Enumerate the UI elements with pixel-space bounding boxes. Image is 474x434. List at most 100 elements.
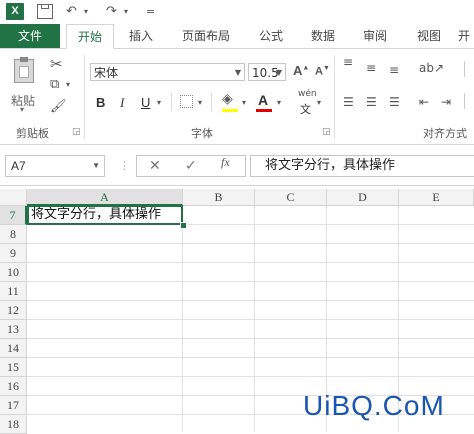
customize-toolbar-icon[interactable]: = xyxy=(146,3,155,21)
phonetic-guide-top[interactable]: wén xyxy=(298,89,317,99)
title-bar: X ↶ ▾ ↷ ▾ = xyxy=(0,0,474,24)
format-painter-icon[interactable]: 🖌 xyxy=(50,99,67,114)
tab-view[interactable]: 视图 xyxy=(408,24,450,48)
column-header-a[interactable]: A xyxy=(27,189,183,206)
font-size-combobox[interactable]: 10.5 ▼ xyxy=(248,63,286,81)
borders-dropdown-icon[interactable]: ▾ xyxy=(198,98,202,107)
align-top-icon[interactable]: ≡ xyxy=(343,56,353,68)
redo-icon[interactable]: ↷ xyxy=(106,3,117,21)
grow-font-button[interactable]: A▲ xyxy=(293,63,309,78)
alignment-group-label: 对齐方式 xyxy=(423,127,467,140)
row-header-13[interactable]: 13 xyxy=(0,320,27,339)
align-bottom-icon[interactable]: ≡ xyxy=(389,63,399,77)
align-right-icon[interactable]: ☰ xyxy=(389,95,400,109)
save-icon[interactable] xyxy=(37,4,53,19)
name-box[interactable]: A7 ▼ xyxy=(5,155,105,177)
row-header-12[interactable]: 12 xyxy=(0,301,27,320)
select-all-corner[interactable] xyxy=(0,189,27,206)
row-header-10[interactable]: 10 xyxy=(0,263,27,282)
fill-color-swatch xyxy=(222,109,238,112)
divider xyxy=(171,93,172,111)
active-cell-a7[interactable]: 将文字分行，具体操作 xyxy=(27,205,183,225)
paste-button[interactable]: 粘贴 ▾ xyxy=(8,57,42,114)
tab-page-layout[interactable]: 页面布局 xyxy=(172,24,240,48)
copy-dropdown-icon[interactable]: ▾ xyxy=(66,80,70,89)
ribbon: 粘贴 ▾ ✂ ⧉ ▾ 🖌 剪贴板 ◲ 宋体 ▼ 10.5 ▼ A▲ A▼ B I… xyxy=(0,49,474,145)
tab-insert[interactable]: 插入 xyxy=(120,24,162,48)
undo-icon[interactable]: ↶ xyxy=(66,3,77,21)
grid-line xyxy=(27,262,474,263)
group-separator xyxy=(334,55,335,139)
divider xyxy=(211,93,212,111)
italic-button[interactable]: I xyxy=(120,95,124,111)
bold-button[interactable]: B xyxy=(96,95,105,110)
orientation-icon[interactable]: ab↗ xyxy=(419,61,444,75)
column-header-b[interactable]: B xyxy=(183,189,255,206)
fill-color-icon[interactable]: ◈ xyxy=(222,91,233,107)
font-color-icon[interactable]: A xyxy=(258,92,268,108)
borders-icon[interactable] xyxy=(180,95,193,108)
cancel-icon[interactable]: ✕ xyxy=(149,155,161,177)
row-header-8[interactable]: 8 xyxy=(0,225,27,244)
shrink-font-button[interactable]: A▼ xyxy=(315,65,330,78)
align-left-icon[interactable]: ☰ xyxy=(343,95,354,109)
row-header-7[interactable]: 7 xyxy=(0,206,27,225)
grid-line xyxy=(27,357,474,358)
grid-line xyxy=(27,319,474,320)
insert-function-icon[interactable]: fx xyxy=(221,155,230,177)
clipboard-group-label: 剪贴板 xyxy=(16,127,49,140)
group-separator xyxy=(84,55,85,139)
column-header-c[interactable]: C xyxy=(255,189,327,206)
grid-line xyxy=(27,376,474,377)
row-header-14[interactable]: 14 xyxy=(0,339,27,358)
chevron-down-icon: ▼ xyxy=(234,68,241,77)
merge-center-icon[interactable] xyxy=(464,93,465,109)
copy-icon[interactable]: ⧉ xyxy=(50,77,59,92)
chevron-down-icon: ▼ xyxy=(275,68,282,77)
fill-handle[interactable] xyxy=(180,222,187,229)
align-middle-icon[interactable]: ≡ xyxy=(366,61,376,75)
fill-color-dropdown-icon[interactable]: ▾ xyxy=(242,98,246,107)
column-header-e[interactable]: E xyxy=(399,189,474,206)
font-group-label: 字体 xyxy=(191,127,213,140)
redo-dropdown-icon[interactable]: ▾ xyxy=(124,3,128,21)
align-center-icon[interactable]: ☰ xyxy=(366,95,377,109)
row-header-11[interactable]: 11 xyxy=(0,282,27,301)
increase-indent-icon[interactable]: ⇥ xyxy=(441,95,451,109)
wrap-text-icon[interactable] xyxy=(464,61,465,77)
row-header-17[interactable]: 17 xyxy=(0,396,27,415)
excel-icon: X xyxy=(6,3,24,20)
undo-dropdown-icon[interactable]: ▾ xyxy=(84,3,88,21)
tab-overflow[interactable]: 开 xyxy=(458,24,474,48)
ribbon-tabs: 文件 开始 插入 页面布局 公式 数据 审阅 视图 开 xyxy=(0,24,474,49)
decrease-indent-icon[interactable]: ⇤ xyxy=(419,95,429,109)
formula-input[interactable]: 将文字分行，具体操作 xyxy=(250,155,474,177)
font-launcher-icon[interactable]: ◲ xyxy=(322,127,331,137)
phonetic-guide-icon[interactable]: 文 xyxy=(300,101,311,117)
tab-formulas[interactable]: 公式 xyxy=(250,24,292,48)
chevron-down-icon: ▼ xyxy=(92,161,100,170)
paste-dropdown-icon: ▾ xyxy=(20,105,25,114)
grid-line xyxy=(27,281,474,282)
splitter-handle[interactable]: ⋮ xyxy=(119,155,130,177)
tab-review[interactable]: 审阅 xyxy=(354,24,396,48)
tab-home[interactable]: 开始 xyxy=(66,24,114,49)
row-header-15[interactable]: 15 xyxy=(0,358,27,377)
underline-dropdown-icon[interactable]: ▾ xyxy=(157,98,161,107)
tab-file[interactable]: 文件 xyxy=(0,24,60,48)
row-header-18[interactable]: 18 xyxy=(0,415,27,434)
grid-line xyxy=(27,243,474,244)
enter-icon[interactable]: ✓ xyxy=(185,155,197,177)
watermark-logo: UiBQ.CoM xyxy=(303,390,445,421)
row-header-9[interactable]: 9 xyxy=(0,244,27,263)
font-color-dropdown-icon[interactable]: ▾ xyxy=(277,98,281,107)
phonetic-dropdown-icon[interactable]: ▾ xyxy=(317,98,321,107)
tab-data[interactable]: 数据 xyxy=(302,24,344,48)
cut-icon[interactable]: ✂ xyxy=(50,55,63,73)
clipboard-launcher-icon[interactable]: ◲ xyxy=(72,127,81,137)
name-box-value: A7 xyxy=(11,159,26,173)
row-header-16[interactable]: 16 xyxy=(0,377,27,396)
column-header-d[interactable]: D xyxy=(327,189,399,206)
font-name-combobox[interactable]: 宋体 ▼ xyxy=(90,63,245,81)
underline-button[interactable]: U xyxy=(141,95,150,110)
